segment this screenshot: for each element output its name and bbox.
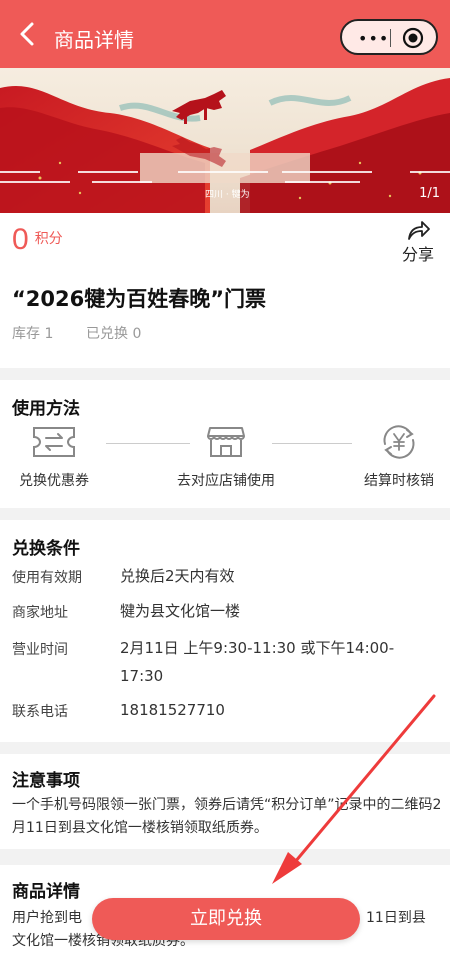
page-title: 商品详情 — [54, 28, 134, 52]
more-dots-icon[interactable]: ••• — [358, 31, 389, 47]
top-nav-bar: 商品详情 ••• — [0, 0, 450, 68]
address-value: 犍为县文化馆一楼 — [120, 602, 241, 620]
notes-section: 注意事项 一个手机号码限领一张门票，领券后请凭“积分订单”记录中的二维码2月11… — [0, 754, 450, 849]
step-connector — [272, 443, 352, 444]
banner-location-text: 四川 · 犍为 — [205, 190, 250, 200]
phone-label: 联系电话 — [12, 704, 68, 720]
notes-title: 注意事项 — [12, 771, 80, 791]
miniprogram-capsule: ••• — [340, 19, 438, 55]
details-text-right: 11日到县 — [366, 910, 426, 926]
capsule-divider — [390, 29, 391, 47]
phone-value[interactable]: 18181527710 — [120, 696, 420, 724]
step-use-in-store: 去对应店铺使用 — [164, 422, 288, 490]
conditions-title: 兑换条件 — [12, 539, 80, 559]
hours-value: 2月11日 上午9:30-11:30 或下午14:00-17:30 — [120, 639, 395, 685]
notes-text: 一个手机号码限领一张门票，领券后请凭“积分订单”记录中的二维码2月11日到县文化… — [12, 797, 442, 836]
step-label: 兑换优惠券 — [19, 473, 89, 489]
banner-counter: 1/1 — [419, 186, 440, 201]
validity-label: 使用有效期 — [12, 570, 82, 586]
share-icon — [408, 221, 430, 240]
details-title: 商品详情 — [12, 882, 80, 902]
coupon-icon — [33, 427, 75, 457]
validity-value: 兑换后2天内有效 — [120, 567, 235, 585]
points-unit: 积分 — [34, 231, 63, 247]
chevron-left-icon[interactable] — [14, 20, 42, 48]
points-value: 0 — [12, 223, 29, 256]
usage-method-section: 使用方法 兑换优惠券 去对应店铺使用 结算时核销 — [0, 380, 450, 508]
product-detail-page: 商品详情 ••• 四川 · 犍为 1/1 0 积分 分享 “2026犍为百姓春晚… — [0, 0, 450, 953]
product-banner-image[interactable]: 四川 · 犍为 1/1 — [0, 68, 450, 213]
product-summary: 0 积分 分享 “2026犍为百姓春晚”门票 库存 1 已兑换 0 — [0, 213, 450, 368]
share-label: 分享 — [401, 245, 434, 264]
record-icon[interactable] — [402, 27, 424, 49]
step-label: 去对应店铺使用 — [177, 473, 275, 489]
yuan-refresh-icon — [383, 425, 415, 459]
product-title: “2026犍为百姓春晚”门票 — [12, 287, 267, 311]
usage-title: 使用方法 — [12, 399, 80, 419]
stock-count: 库存 1 — [12, 326, 54, 342]
step-checkout-verify: 结算时核销 — [356, 422, 442, 490]
step-label: 结算时核销 — [364, 473, 434, 489]
step-redeem-coupon: 兑换优惠券 — [12, 422, 96, 490]
redeem-conditions-section: 兑换条件 使用有效期 兑换后2天内有效 商家地址 犍为县文化馆一楼 营业时间 2… — [0, 520, 450, 742]
exchanged-count: 已兑换 0 — [86, 326, 142, 342]
points-price: 0 积分 — [12, 223, 63, 257]
redeem-now-button[interactable]: 立即兑换 — [92, 898, 360, 940]
address-label: 商家地址 — [12, 605, 68, 621]
share-button[interactable]: 分享 — [398, 219, 438, 265]
store-icon — [207, 427, 245, 457]
hours-label: 营业时间 — [12, 642, 68, 658]
